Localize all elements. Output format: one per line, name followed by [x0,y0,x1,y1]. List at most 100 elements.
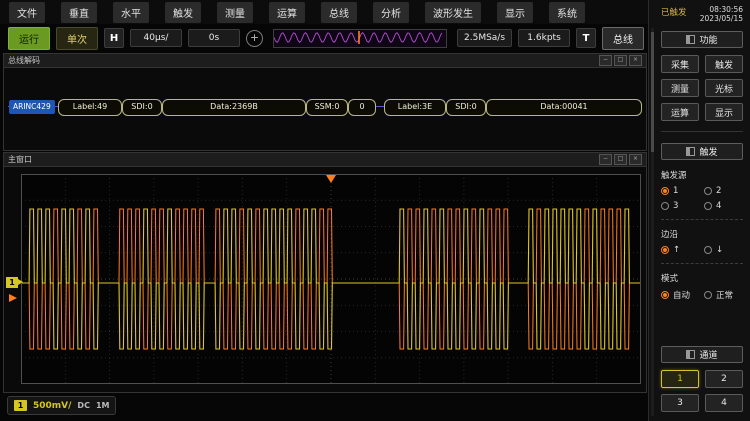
decode-panel-titlebar[interactable]: 总线解码 −□× [4,54,646,68]
radio-label: 1 [673,186,678,196]
zoom-plus-icon[interactable]: + [246,30,263,47]
function-button-math[interactable]: 运算 [661,103,699,121]
channel-section-label: 通道 [699,348,717,361]
menu-item-vertical[interactable]: 垂直 [61,2,97,23]
trigger-section-icon [686,147,695,156]
bus-button[interactable]: 总线 [602,27,644,50]
menu-item-file[interactable]: 文件 [9,2,45,23]
trigger-mode-label: 模式 [661,272,743,284]
radio-icon [704,291,712,299]
waveform-preview[interactable] [273,29,447,48]
trigger-source-4[interactable]: 4 [704,201,743,211]
radio-icon [661,291,669,299]
maximize-icon[interactable]: □ [614,154,627,165]
channel-button-2[interactable]: 2 [705,370,743,388]
scrollbar-thumb-icon[interactable] [651,32,654,152]
function-button-display[interactable]: 显示 [705,103,743,121]
memory-depth-display: 1.6kpts [518,29,570,47]
channel-button-4[interactable]: 4 [705,394,743,412]
radio-icon [704,202,712,210]
minimize-icon[interactable]: − [599,55,612,66]
protocol-badge: ARINC429 [9,100,55,114]
decode-segment: Label:3E [384,99,446,116]
radio-label: 自动 [673,289,690,301]
trigger-edge-falling[interactable]: ↓ [704,245,743,255]
decode-segment: 0 [348,99,376,116]
trigger-mode-radios: 自动 正常 [661,289,743,301]
main-window-panel: 主窗口 −□× 1 [3,152,647,393]
menu-item-display[interactable]: 显示 [497,2,533,23]
run-button[interactable]: 运行 [8,27,50,50]
horizontal-offset-value[interactable]: 0s [188,29,240,47]
function-button-trigger[interactable]: 触发 [705,55,743,73]
menu-item-horizontal[interactable]: 水平 [113,2,149,23]
sidebar-scrollbar[interactable] [651,28,654,416]
main-window-body: 1 [4,167,646,392]
trigger-mode-normal[interactable]: 正常 [704,289,743,301]
clock: 08:30:56 2023/05/15 [700,2,743,23]
function-button-acquire[interactable]: 采集 [661,55,699,73]
section-header-channel[interactable]: 通道 [661,346,743,363]
trigger-edge-rising[interactable]: ↑ [661,245,700,255]
channel1-level-marker[interactable]: 1 [6,277,18,288]
radio-label: 4 [716,201,721,211]
menu-item-trigger[interactable]: 触发 [165,2,201,23]
main-window-controls: −□× [599,154,642,165]
menu-item-waveform-gen[interactable]: 波形发生 [425,2,481,23]
menu-item-bus[interactable]: 总线 [321,2,357,23]
channel-button-3[interactable]: 3 [661,394,699,412]
trigger-source-2[interactable]: 2 [704,186,743,196]
bus-decode-panel: 总线解码 −□× ARINC429 Label:49SDI:0Data:2369… [3,53,647,151]
trigger-level-marker-icon[interactable] [9,294,17,302]
status-row: 已触发 08:30:56 2023/05/15 [661,2,743,26]
radio-icon [661,187,669,195]
radio-label: 2 [716,186,721,196]
menu-bar: 文件垂直水平触发测量运算总线分析波形发生显示系统 [0,0,657,24]
maximize-icon[interactable]: □ [614,55,627,66]
close-icon[interactable]: × [629,55,642,66]
trigger-source-3[interactable]: 3 [661,201,700,211]
radio-label: ↑ [673,245,680,255]
decode-segment: SSM:0 [306,99,348,116]
waveform-display[interactable] [21,174,641,384]
section-header-trigger[interactable]: 触发 [661,143,743,160]
trigger-mode-auto[interactable]: 自动 [661,289,700,301]
decode-segment: Label:49 [58,99,122,116]
radio-icon [704,246,712,254]
section-header-function[interactable]: 功能 [661,31,743,48]
decode-segment: SDI:0 [122,99,162,116]
menu-item-system[interactable]: 系统 [549,2,585,23]
trigger-edge-radios: ↑↓ [661,245,743,255]
channel1-info[interactable]: 1 500mV/ DC 1M [7,396,116,415]
trigger-t-button[interactable]: T [576,28,596,48]
channel-section-icon [686,350,695,359]
main-panel-title: 主窗口 [8,154,599,165]
menu-item-math[interactable]: 运算 [269,2,305,23]
clock-date: 2023/05/15 [700,14,743,23]
close-icon[interactable]: × [629,154,642,165]
main-panel-titlebar[interactable]: 主窗口 −□× [4,153,646,167]
preview-waveform-icon [274,30,444,45]
radio-label: 3 [673,201,678,211]
trigger-source-1[interactable]: 1 [661,186,700,196]
single-button[interactable]: 单次 [56,27,98,50]
channel-button-1[interactable]: 1 [661,370,699,388]
function-button-cursor[interactable]: 光标 [705,79,743,97]
radio-label: 正常 [716,289,733,301]
horizontal-h-button[interactable]: H [104,28,124,48]
radio-icon [661,246,669,254]
trigger-source-label: 触发源 [661,169,743,181]
timebase-value[interactable]: 40μs/ [130,29,182,47]
decode-segment: SDI:0 [446,99,486,116]
menu-item-measure[interactable]: 测量 [217,2,253,23]
oscilloscope-app: 文件垂直水平触发测量运算总线分析波形发生显示系统 运行 单次 H 40μs/ 0… [0,0,750,421]
sidebar: 已触发 08:30:56 2023/05/15 功能 采集触发测量光标运算显示 … [648,0,750,421]
minimize-icon[interactable]: − [599,154,612,165]
trigger-status: 已触发 [661,2,687,18]
channel-buttons: 1234 [661,370,743,412]
menu-item-analysis[interactable]: 分析 [373,2,409,23]
function-button-measure[interactable]: 测量 [661,79,699,97]
radio-label: ↓ [716,245,723,255]
bottom-bar: 1 500mV/ DC 1M [0,393,648,421]
divider [661,219,743,220]
